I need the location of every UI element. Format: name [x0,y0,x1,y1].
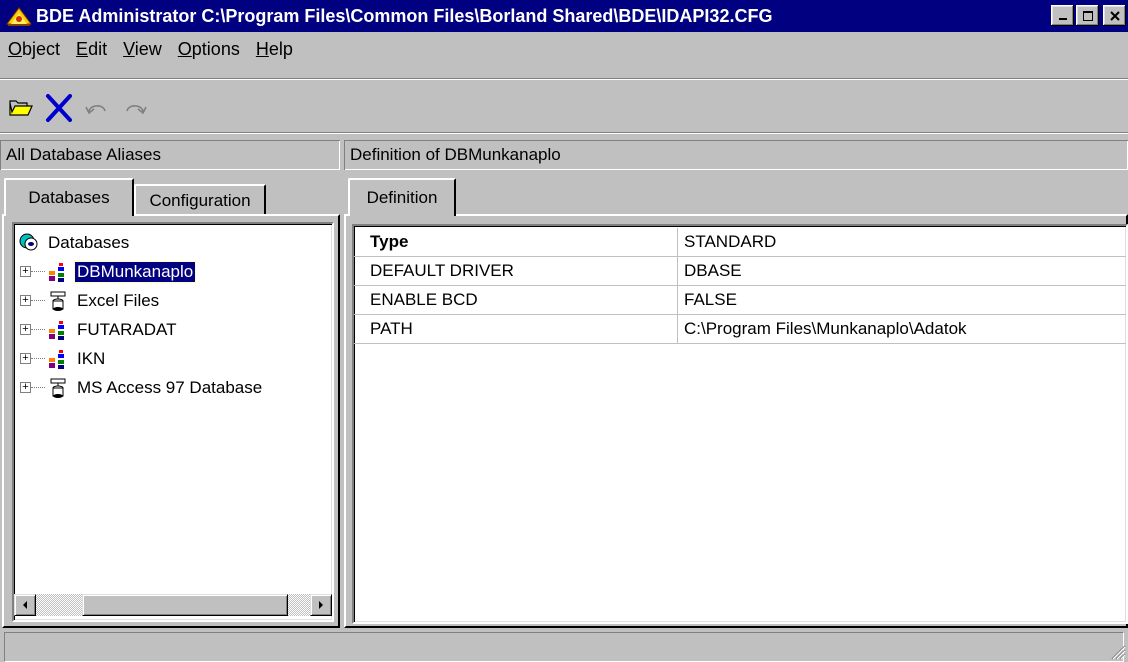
definition-row[interactable]: ENABLE BCD FALSE [354,286,1126,315]
minimize-icon [1058,17,1067,20]
tree-connector [31,386,45,389]
right-panel-header: Definition of DBMunkanaplo [344,140,1128,170]
menu-bar: Object Edit View Options Help [0,36,1128,62]
tab-definition[interactable]: Definition [348,178,456,216]
definition-key: PATH [354,315,678,343]
odbc-db-icon [47,377,69,399]
tab-definition-label: Definition [366,188,438,207]
definition-row[interactable]: DEFAULT DRIVER DBASE [354,257,1126,286]
definition-value[interactable]: FALSE [678,286,737,314]
minimize-button[interactable] [1051,5,1074,26]
expand-icon[interactable]: + [20,266,31,277]
title-bar[interactable]: BDE Administrator C:\Program Files\Commo… [0,0,1128,32]
menu-object-rest: bject [22,38,61,59]
menu-help[interactable]: Help [256,39,293,60]
undo-icon [85,105,106,115]
left-panel-header-text: All Database Aliases [6,145,161,164]
standard-db-icon [47,348,69,370]
menu-edit-accel: E [76,38,89,59]
menu-edit-rest: dit [88,38,108,59]
close-icon [1109,10,1120,21]
menu-object[interactable]: Object [8,39,60,60]
maximize-button[interactable] [1076,5,1099,26]
tab-configuration[interactable]: Configuration [134,184,266,216]
definition-key: ENABLE BCD [354,286,678,314]
definition-key: Type [354,228,678,256]
right-panel-header-text: Definition of DBMunkanaplo [350,145,561,164]
resize-grip-icon[interactable] [1106,640,1126,660]
tab-databases-label: Databases [28,188,110,207]
database-tree[interactable]: Databases + DBMunkanaplo + Excel Files + FUTA… [12,222,334,622]
tree-root-label: Databases [48,232,130,252]
expand-icon[interactable]: + [20,324,31,335]
tree-item-label: Excel Files [77,290,160,310]
tree-item-label: MS Access 97 Database [77,377,263,397]
definition-key: DEFAULT DRIVER [354,257,678,285]
tree-item-label: FUTARADAT [77,319,177,339]
definition-value[interactable]: C:\Program Files\Munkanaplo\Adatok [678,315,967,343]
scroll-thumb[interactable] [82,594,288,616]
tree-item[interactable]: + IKN [14,344,107,373]
tree-item-label: IKN [77,348,106,368]
undo-button[interactable] [78,90,116,126]
tree-item[interactable]: + DBMunkanaplo [14,257,197,286]
window-title: BDE Administrator C:\Program Files\Commo… [36,5,773,26]
left-panel-header: All Database Aliases [0,140,340,170]
expand-icon[interactable]: + [20,353,31,364]
definition-row[interactable]: Type STANDARD [354,228,1126,257]
definition-grid[interactable]: Type STANDARD DEFAULT DRIVER DBASE ENABLE BC… [352,224,1128,624]
odbc-db-icon [47,290,69,312]
close-button[interactable] [1103,5,1126,26]
definition-row[interactable]: PATH C:\Program Files\Munkanaplo\Adatok [354,315,1126,344]
menu-options[interactable]: Options [178,39,240,60]
definition-value[interactable]: DBASE [678,257,742,285]
redo-button[interactable] [116,90,154,126]
redo-icon [126,105,147,115]
status-bar [0,628,1128,662]
scroll-right-icon [319,601,323,609]
delete-icon [46,94,72,122]
tree-connector [31,328,45,331]
delete-button[interactable] [40,90,78,126]
standard-db-icon [47,261,69,283]
standard-db-icon [47,319,69,341]
menu-options-accel: O [177,38,192,59]
tree-item[interactable]: + MS Access 97 Database [14,373,264,402]
tree-connector [31,299,45,302]
menu-object-accel: O [8,38,23,59]
tree-root[interactable]: Databases [14,228,131,257]
tree-connector [31,270,45,273]
maximize-icon [1082,10,1093,21]
tree-horizontal-scrollbar[interactable] [14,594,332,616]
menu-edit[interactable]: Edit [76,39,107,60]
menu-view-accel: V [123,38,135,59]
expand-icon[interactable]: + [20,295,31,306]
open-folder-icon [9,100,33,116]
toolbar-separator [0,132,1128,134]
toolbar [0,88,1128,128]
open-button[interactable] [2,90,40,126]
menu-separator [0,78,1128,80]
scroll-right-button[interactable] [310,594,332,616]
tree-item[interactable]: + FUTARADAT [14,315,178,344]
definition-value[interactable]: STANDARD [678,228,776,256]
menu-view-rest: iew [134,38,162,59]
tree-item-label: DBMunkanaplo [73,260,197,283]
menu-options-rest: ptions [191,38,240,59]
status-panel [4,632,1124,662]
menu-view[interactable]: View [123,39,162,60]
bde-app-icon [4,3,34,29]
tab-databases[interactable]: Databases [4,178,134,216]
scroll-left-button[interactable] [14,594,36,616]
menu-help-rest: elp [268,38,293,59]
scroll-left-icon [23,601,27,609]
tree-item[interactable]: + Excel Files [14,286,161,315]
databases-root-icon [18,232,40,254]
expand-icon[interactable]: + [20,382,31,393]
tree-connector [31,357,45,360]
menu-help-accel: H [255,38,269,59]
bde-administrator-window: BDE Administrator C:\Program Files\Commo… [0,0,1128,662]
tab-configuration-label: Configuration [149,191,251,210]
